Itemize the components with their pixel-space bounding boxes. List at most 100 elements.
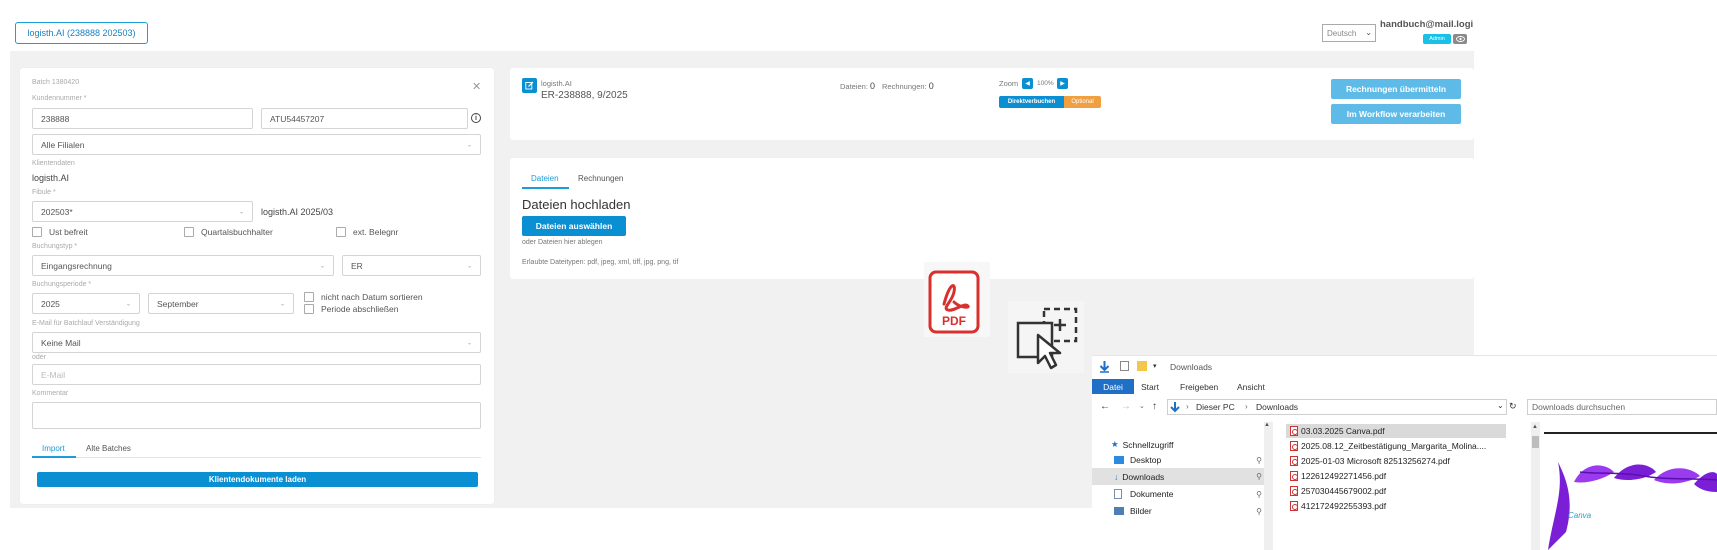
- ust-id-input[interactable]: ATU54457207: [261, 108, 468, 129]
- periode-label: Buchungsperiode *: [32, 281, 92, 288]
- up-arrow-icon[interactable]: ↑: [1152, 401, 1157, 412]
- buchungstyp-code-select[interactable]: ER ⌄: [342, 255, 481, 276]
- checkbox-ust-befreit[interactable]: Ust befreit: [32, 227, 88, 237]
- forward-arrow-icon[interactable]: →: [1121, 401, 1131, 412]
- workflow-process-button[interactable]: Im Workflow verarbeiten: [1331, 104, 1461, 124]
- zoom-out-arrow-icon[interactable]: ◀: [1022, 78, 1033, 89]
- chevron-down-icon: ⌄: [466, 263, 472, 269]
- checkbox-box[interactable]: [304, 292, 314, 302]
- ribbon-tab-start[interactable]: Start: [1141, 382, 1159, 392]
- load-client-docs-button[interactable]: Klientendokumente laden: [37, 472, 478, 487]
- checkbox-no-date-sort[interactable]: nicht nach Datum sortieren: [304, 292, 423, 302]
- pdf-file-icon: [1290, 471, 1298, 481]
- submit-invoices-button[interactable]: Rechnungen übermitteln: [1331, 79, 1461, 99]
- ribbon-tab-freigeben[interactable]: Freigeben: [1180, 382, 1218, 392]
- checkbox-label: Quartalsbuchhalter: [201, 227, 273, 237]
- quick-access-dropdown-icon[interactable]: ▾: [1153, 362, 1157, 370]
- path-dieser-pc[interactable]: Dieser PC: [1196, 402, 1235, 412]
- pdf-file-icon: [1290, 456, 1298, 466]
- ribbon-tab-datei[interactable]: Datei: [1092, 379, 1134, 394]
- file-row[interactable]: 03.03.2025 Canva.pdf: [1286, 424, 1506, 438]
- file-row[interactable]: 2025-01-03 Microsoft 82513256274.pdf: [1286, 454, 1506, 468]
- pin-icon[interactable]: ⚲: [1256, 472, 1262, 481]
- nav-dokumente[interactable]: Dokumente ⚲: [1114, 486, 1266, 502]
- email-input[interactable]: E-Mail: [32, 364, 481, 385]
- year-select[interactable]: 2025 ⌄: [32, 293, 140, 314]
- kommentar-textarea[interactable]: [32, 402, 481, 429]
- pin-icon[interactable]: ⚲: [1256, 507, 1262, 516]
- pin-icon[interactable]: ⚲: [1256, 490, 1262, 499]
- allowed-file-types: Erlaubte Dateitypen: pdf, jpeg, xml, tif…: [522, 259, 679, 266]
- checkbox-quartalsbuchhalter[interactable]: Quartalsbuchhalter: [184, 227, 273, 237]
- scrollbar-thumb[interactable]: [1532, 436, 1539, 448]
- path-separator-icon: ›: [1245, 402, 1248, 411]
- choose-files-button[interactable]: Dateien auswählen: [522, 216, 626, 236]
- folder-icon[interactable]: [1137, 361, 1147, 371]
- recent-dropdown-icon[interactable]: ⌄: [1139, 402, 1145, 410]
- explorer-title: Downloads: [1170, 362, 1213, 372]
- tab-alte-batches[interactable]: Alte Batches: [86, 444, 131, 453]
- svg-text:Canva: Canva: [1568, 511, 1592, 520]
- kundennummer-value: 238888: [41, 113, 70, 124]
- fibule-select[interactable]: 202503* ⌄: [32, 201, 253, 222]
- back-arrow-icon[interactable]: ←: [1100, 401, 1110, 412]
- tab-import[interactable]: Import: [42, 444, 65, 453]
- nav-scrollbar[interactable]: [1264, 422, 1273, 550]
- download-arrow-icon: [1170, 401, 1180, 413]
- checkbox-close-period[interactable]: Periode abschließen: [304, 304, 399, 314]
- buchungstyp-value: Eingangsrechnung: [41, 260, 112, 271]
- edit-icon[interactable]: [522, 78, 537, 93]
- file-row[interactable]: 2025.08.12_Zeitbestätigung_Margarita_Mol…: [1286, 439, 1506, 453]
- ribbon-tab-ansicht[interactable]: Ansicht: [1237, 382, 1265, 392]
- checkbox-box[interactable]: [336, 227, 346, 237]
- optional-toggle[interactable]: Optional: [1064, 96, 1101, 108]
- oder-label: oder: [32, 354, 47, 361]
- scroll-up-icon[interactable]: ▲: [1532, 424, 1538, 430]
- checkbox-label: Ust befreit: [49, 227, 88, 237]
- scroll-up-icon[interactable]: ▲: [1264, 422, 1270, 428]
- explorer-search-input[interactable]: Downloads durchsuchen: [1527, 399, 1717, 415]
- checkbox-label: nicht nach Datum sortieren: [321, 292, 423, 302]
- chevron-down-icon: ⌄: [319, 263, 325, 269]
- path-downloads[interactable]: Downloads: [1256, 402, 1298, 412]
- checkbox-label: Periode abschließen: [321, 304, 399, 314]
- file-row[interactable]: 257030445679002.pdf: [1286, 484, 1506, 498]
- zoom-value: 100%: [1037, 80, 1054, 87]
- explorer-search-placeholder: Downloads durchsuchen: [1532, 402, 1626, 412]
- properties-icon[interactable]: [1120, 361, 1129, 371]
- pdf-file-icon: [1290, 441, 1298, 451]
- zoom-in-arrow-icon[interactable]: ▶: [1057, 78, 1068, 89]
- desktop-icon: [1114, 456, 1124, 464]
- buchungstyp-select[interactable]: Eingangsrechnung ⌄: [32, 255, 334, 276]
- checkbox-box[interactable]: [184, 227, 194, 237]
- pdf-file-icon: [1290, 426, 1298, 436]
- kommentar-label: Kommentar: [32, 390, 69, 397]
- pin-icon[interactable]: ⚲: [1256, 456, 1262, 465]
- tab-rechnungen[interactable]: Rechnungen: [578, 174, 623, 183]
- direktverbuchen-toggle[interactable]: Direktverbuchen: [999, 96, 1064, 108]
- language-select[interactable]: Deutsch ⌄: [1322, 24, 1376, 42]
- close-icon[interactable]: ✕: [472, 80, 481, 93]
- nav-bilder[interactable]: Bilder ⚲: [1114, 503, 1266, 519]
- checkbox-box[interactable]: [32, 227, 42, 237]
- nav-desktop[interactable]: Desktop ⚲: [1114, 452, 1266, 468]
- file-row[interactable]: 122612492271456.pdf: [1286, 469, 1506, 483]
- filialen-select[interactable]: Alle Filialen ⌄: [32, 134, 481, 155]
- nav-schnellzugriff[interactable]: ★ Schnellzugriff: [1111, 437, 1266, 452]
- tab-dateien[interactable]: Dateien: [531, 174, 559, 183]
- dateien-label: Dateien:: [840, 82, 868, 91]
- file-row[interactable]: 412172492255393.pdf: [1286, 499, 1506, 513]
- kundennummer-input[interactable]: 238888: [32, 108, 253, 129]
- month-select[interactable]: September ⌄: [148, 293, 294, 314]
- info-icon[interactable]: i: [471, 113, 481, 123]
- refresh-icon[interactable]: ↻: [1509, 401, 1517, 412]
- chevron-down-icon[interactable]: ⌄: [1497, 401, 1504, 410]
- nav-downloads[interactable]: ↓ Downloads ⚲: [1092, 468, 1266, 485]
- tab-divider: [32, 457, 481, 458]
- client-selector-button[interactable]: logisth.AI (238888 202503): [15, 22, 148, 44]
- checkbox-ext-belegnr[interactable]: ext. Belegnr: [336, 227, 398, 237]
- eye-icon[interactable]: [1453, 34, 1467, 44]
- file-preview-pane: Canva: [1544, 422, 1717, 550]
- checkbox-box[interactable]: [304, 304, 314, 314]
- email-select[interactable]: Keine Mail ⌄: [32, 332, 481, 353]
